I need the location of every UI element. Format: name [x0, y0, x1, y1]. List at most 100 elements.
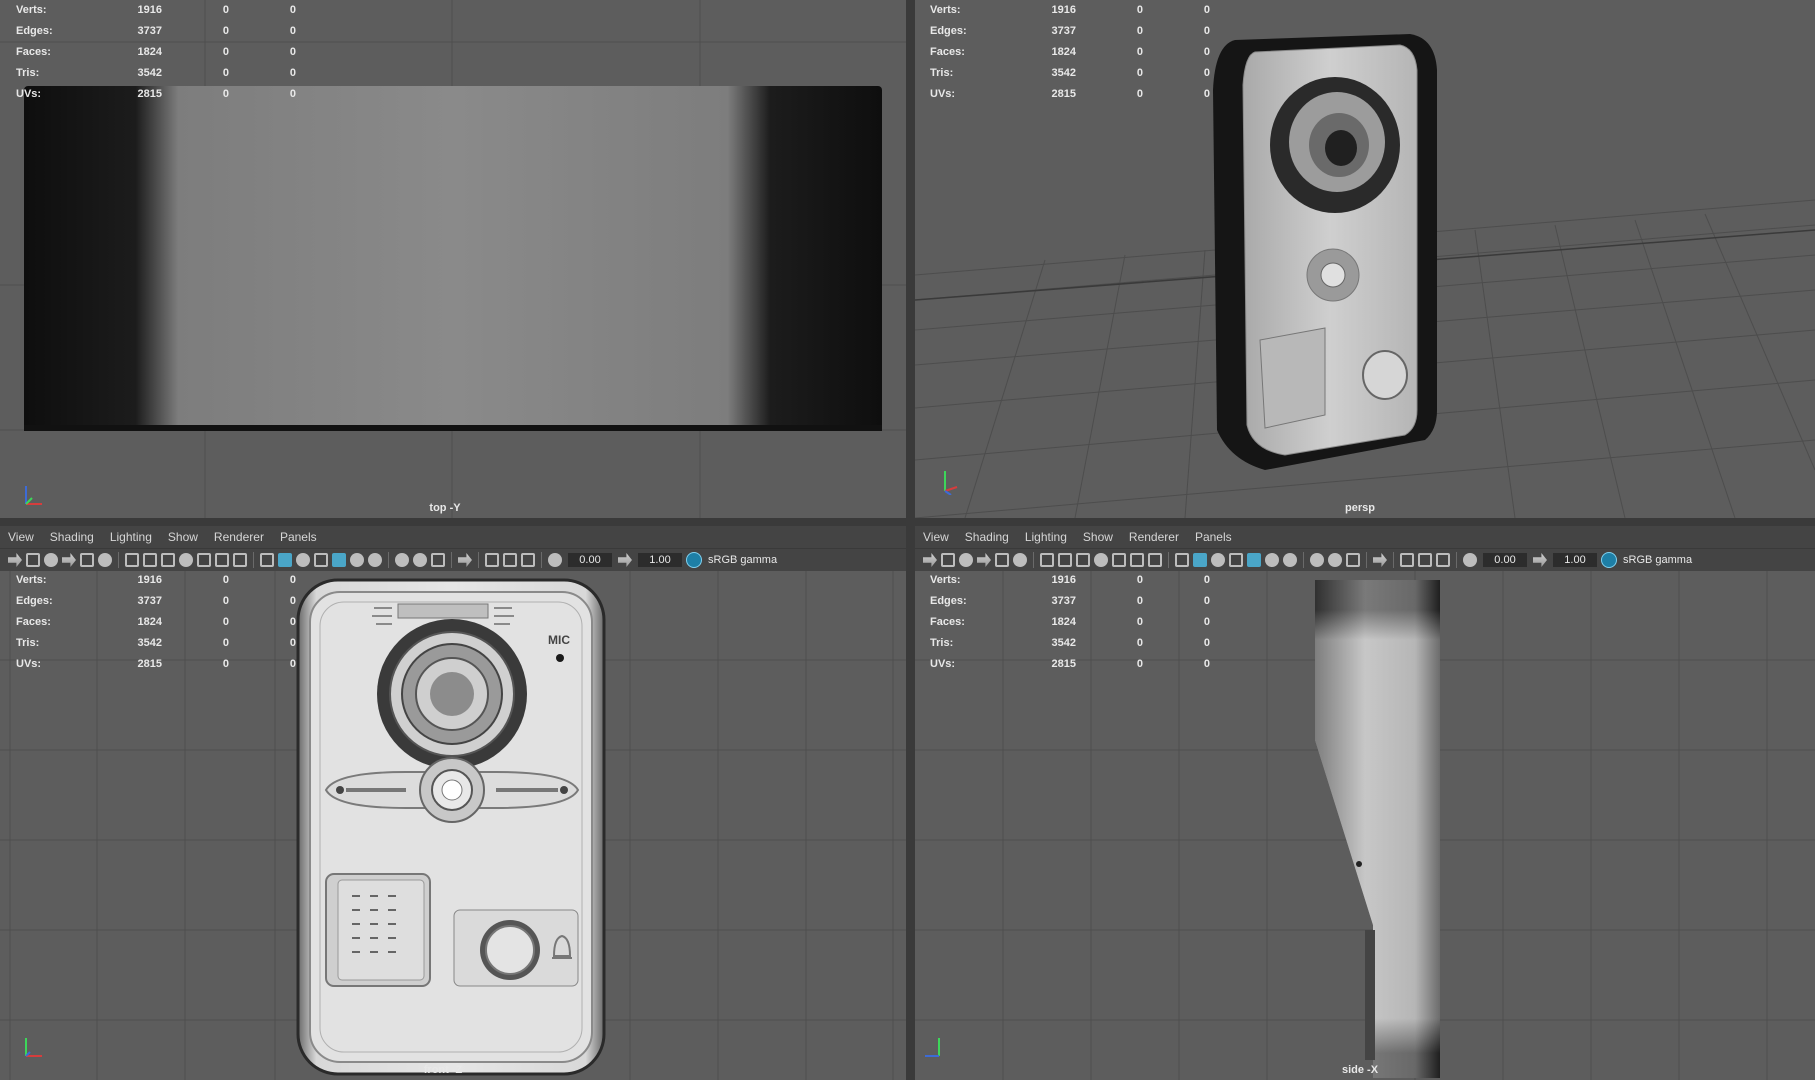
2d-pan-icon[interactable] — [995, 553, 1009, 567]
menu-view[interactable]: View — [923, 530, 949, 544]
menu-lighting[interactable]: Lighting — [110, 530, 152, 544]
stats-hud: Verts: 1916 0 0 Edges: 3737 0 0 Faces: 1824 0 0 T… — [930, 0, 1210, 105]
menu-panels[interactable]: Panels — [280, 530, 317, 544]
xray-icon[interactable] — [1400, 553, 1414, 567]
resolution-gate-icon[interactable] — [1076, 553, 1090, 567]
camera-attributes-icon[interactable] — [941, 553, 955, 567]
xray-icon[interactable] — [485, 553, 499, 567]
menu-lighting[interactable]: Lighting — [1025, 530, 1067, 544]
safe-title-icon[interactable] — [233, 553, 247, 567]
motion-blur-icon[interactable] — [1328, 553, 1342, 567]
grease-pencil-icon[interactable] — [98, 553, 112, 567]
exposure-icon[interactable] — [548, 553, 562, 567]
gate-mask-icon[interactable] — [1094, 553, 1108, 567]
isolate-select-icon[interactable] — [1373, 553, 1387, 567]
safe-action-icon[interactable] — [1130, 553, 1144, 567]
anti-alias-icon[interactable] — [431, 553, 445, 567]
film-gate-icon[interactable] — [143, 553, 157, 567]
gamma-icon[interactable] — [1533, 553, 1547, 567]
field-chart-icon[interactable] — [1112, 553, 1126, 567]
wireframe-icon[interactable] — [260, 553, 274, 567]
grid-icon[interactable] — [125, 553, 139, 567]
toolbar-divider — [1456, 552, 1457, 568]
image-plane-icon[interactable] — [977, 553, 991, 567]
grease-pencil-icon[interactable] — [1013, 553, 1027, 567]
camera-label: side -X — [1341, 1064, 1379, 1076]
viewport-persp[interactable]: Verts: 1916 0 0 Edges: 3737 0 0 Faces: 1824 0 0 T… — [915, 0, 1815, 518]
resolution-gate-icon[interactable] — [161, 553, 175, 567]
viewport-top[interactable]: Verts: 1916 0 0 Edges: 3737 0 0 Faces: 1824 0 0 T… — [0, 0, 906, 518]
xray-joints-icon[interactable] — [1436, 553, 1450, 567]
wireframe-on-shaded-icon[interactable] — [1229, 553, 1243, 567]
gamma-field[interactable]: 1.00 — [638, 553, 682, 567]
shadows-icon[interactable] — [368, 553, 382, 567]
gamma-icon[interactable] — [618, 553, 632, 567]
camera-attributes-icon[interactable] — [26, 553, 40, 567]
menu-shading[interactable]: Shading — [965, 530, 1009, 544]
color-management-icon[interactable] — [1601, 552, 1617, 568]
top-model-surface — [24, 86, 882, 429]
2d-pan-icon[interactable] — [80, 553, 94, 567]
ambient-occlusion-icon[interactable] — [1310, 553, 1324, 567]
camera-label: front -Z — [423, 1064, 463, 1076]
exposure-field[interactable]: 0.00 — [1483, 553, 1527, 567]
toolbar-divider — [1366, 552, 1367, 568]
view-transform-label[interactable]: sRGB gamma — [708, 554, 777, 566]
toolbar-divider — [1168, 552, 1169, 568]
bookmark-icon[interactable] — [44, 553, 58, 567]
stats-row: Faces: 1824 0 0 — [930, 46, 1210, 58]
exposure-icon[interactable] — [1463, 553, 1477, 567]
film-gate-icon[interactable] — [1058, 553, 1072, 567]
stats-row: Tris: 3542 0 0 — [930, 67, 1210, 79]
image-plane-icon[interactable] — [62, 553, 76, 567]
wireframe-on-shaded-icon[interactable] — [314, 553, 328, 567]
toolbar-divider — [253, 552, 254, 568]
shadows-icon[interactable] — [1283, 553, 1297, 567]
menu-renderer[interactable]: Renderer — [1129, 530, 1179, 544]
view-transform-label[interactable]: sRGB gamma — [1623, 554, 1692, 566]
viewport-front[interactable]: View Shading Lighting Show Renderer Pane… — [0, 526, 906, 1080]
stats-row: UVs: 2815 0 0 — [16, 88, 296, 100]
toolbar-divider — [451, 552, 452, 568]
grid-icon[interactable] — [1040, 553, 1054, 567]
smooth-shade-icon[interactable] — [278, 553, 292, 567]
menu-show[interactable]: Show — [1083, 530, 1113, 544]
field-chart-icon[interactable] — [197, 553, 211, 567]
select-camera-icon[interactable] — [8, 553, 22, 567]
xray-active-icon[interactable] — [503, 553, 517, 567]
menu-renderer[interactable]: Renderer — [214, 530, 264, 544]
gamma-field[interactable]: 1.00 — [1553, 553, 1597, 567]
default-material-icon[interactable] — [296, 553, 310, 567]
color-management-icon[interactable] — [686, 552, 702, 568]
menu-view[interactable]: View — [8, 530, 34, 544]
xray-active-icon[interactable] — [1418, 553, 1432, 567]
isolate-select-icon[interactable] — [458, 553, 472, 567]
smooth-shade-icon[interactable] — [1193, 553, 1207, 567]
stats-hud: Verts: 1916 0 0 Edges: 3737 0 0 Faces: 1824 0 0 T… — [16, 570, 296, 675]
textured-icon[interactable] — [332, 553, 346, 567]
bookmark-icon[interactable] — [959, 553, 973, 567]
menu-shading[interactable]: Shading — [50, 530, 94, 544]
wireframe-icon[interactable] — [1175, 553, 1189, 567]
menu-show[interactable]: Show — [168, 530, 198, 544]
stats-row: Verts: 1916 0 0 — [16, 4, 296, 16]
viewport-side[interactable]: View Shading Lighting Show Renderer Pane… — [915, 526, 1815, 1080]
safe-action-icon[interactable] — [215, 553, 229, 567]
default-material-icon[interactable] — [1211, 553, 1225, 567]
lights-icon[interactable] — [350, 553, 364, 567]
panel-toolbar: 0.00 1.00 sRGB gamma — [915, 548, 1815, 571]
stats-row: Edges: 3737 0 0 — [16, 595, 296, 607]
motion-blur-icon[interactable] — [413, 553, 427, 567]
textured-icon[interactable] — [1247, 553, 1261, 567]
stats-row: Tris: 3542 0 0 — [930, 637, 1210, 649]
menu-panels[interactable]: Panels — [1195, 530, 1232, 544]
safe-title-icon[interactable] — [1148, 553, 1162, 567]
select-camera-icon[interactable] — [923, 553, 937, 567]
xray-joints-icon[interactable] — [521, 553, 535, 567]
anti-alias-icon[interactable] — [1346, 553, 1360, 567]
exposure-field[interactable]: 0.00 — [568, 553, 612, 567]
ambient-occlusion-icon[interactable] — [395, 553, 409, 567]
lights-icon[interactable] — [1265, 553, 1279, 567]
gate-mask-icon[interactable] — [179, 553, 193, 567]
stats-row: Verts: 1916 0 0 — [930, 574, 1210, 586]
